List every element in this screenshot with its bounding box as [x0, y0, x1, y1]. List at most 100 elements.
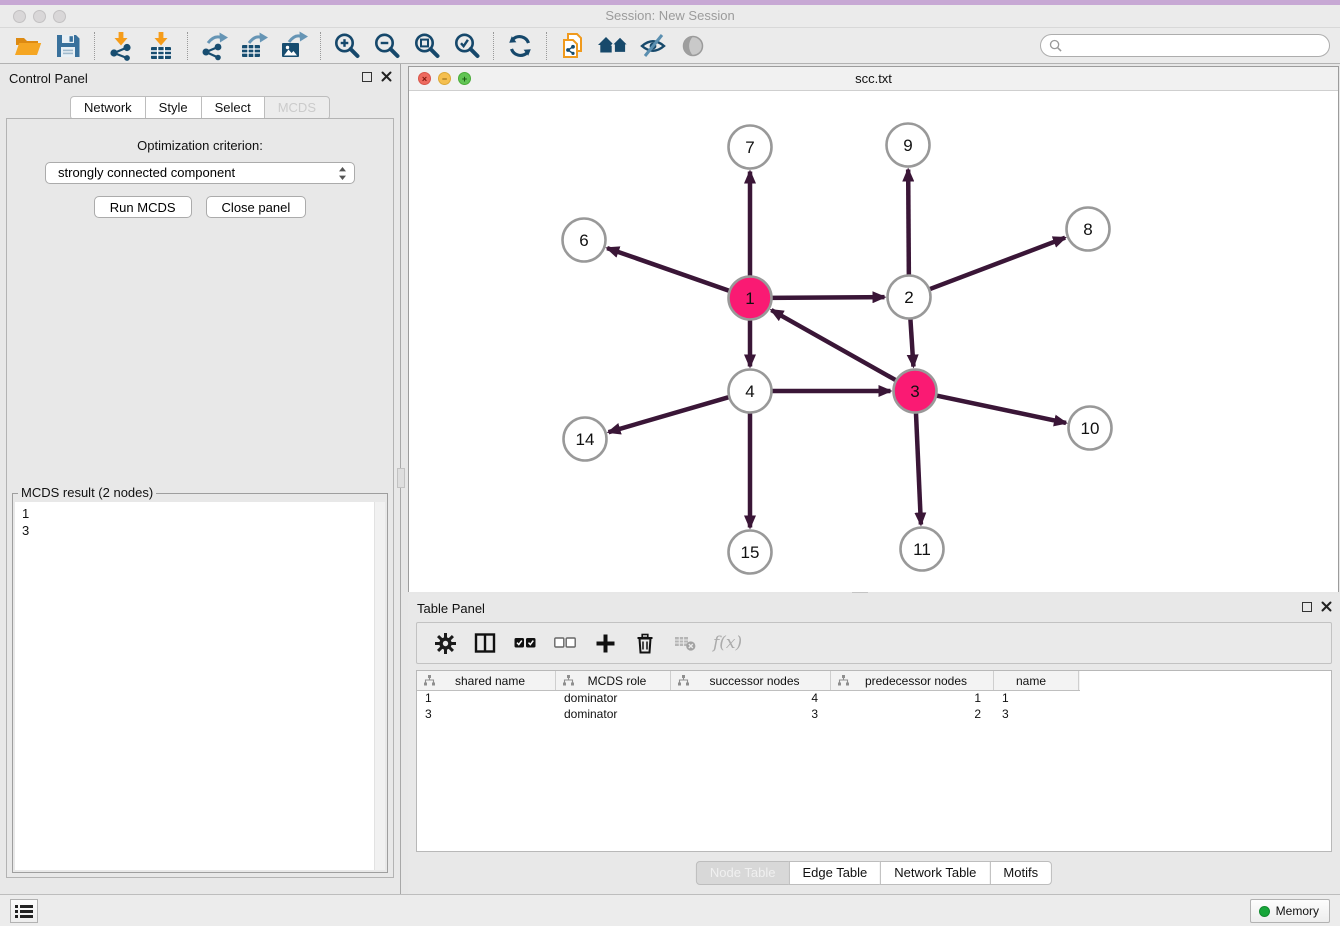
delete-columns-icon[interactable] [633, 629, 657, 657]
graph-edge-4-14[interactable] [609, 396, 732, 432]
table-toolbar: f(x) [416, 622, 1332, 664]
graph-edge-2-9[interactable] [908, 169, 909, 277]
clone-network-icon[interactable] [553, 30, 593, 62]
network-minimize-button[interactable]: − [438, 72, 451, 85]
zoom-fit-icon[interactable] [407, 30, 447, 62]
graph-node-15[interactable]: 15 [729, 531, 772, 574]
zoom-selected-icon[interactable] [447, 30, 487, 62]
tab-edge-table[interactable]: Edge Table [788, 861, 881, 885]
window-title: Session: New Session [0, 5, 1340, 27]
close-table-panel-icon[interactable] [1321, 601, 1332, 612]
graph-edge-3-1[interactable] [771, 310, 898, 381]
table-row[interactable]: 1dominator411 [417, 691, 1331, 707]
float-table-panel-icon[interactable] [1302, 602, 1312, 612]
column-type-icon [678, 675, 689, 686]
apply-layout-icon[interactable] [500, 30, 540, 62]
zoom-in-icon[interactable] [327, 30, 367, 62]
open-session-icon[interactable] [8, 30, 48, 62]
graph-node-8[interactable]: 8 [1067, 208, 1110, 251]
network-canvas[interactable]: 7 9 6 8 1 2 4 3 14 10 15 11 [409, 92, 1338, 592]
column-header-shared-name[interactable]: shared name [417, 671, 556, 690]
graph-edge-1-6[interactable] [607, 248, 731, 291]
graph-node-6[interactable]: 6 [563, 219, 606, 262]
table-settings-icon[interactable] [433, 629, 457, 657]
network-window-titlebar[interactable]: × − + scc.txt [409, 67, 1338, 91]
show-panels-button[interactable] [10, 899, 38, 923]
network-window-title: scc.txt [409, 67, 1338, 90]
graph-node-label: 10 [1081, 419, 1100, 438]
run-mcds-button[interactable]: Run MCDS [94, 196, 192, 218]
import-network-icon[interactable] [101, 30, 141, 62]
graph-node-7[interactable]: 7 [729, 126, 772, 169]
node-table[interactable]: shared nameMCDS rolesuccessor nodesprede… [416, 670, 1332, 852]
graph-edge-1-2[interactable] [769, 297, 884, 298]
select-stepper-icon [338, 166, 347, 187]
network-view-window: × − + scc.txt 7 9 6 8 1 2 4 3 14 10 15 11 [408, 66, 1339, 592]
export-table-icon[interactable] [234, 30, 274, 62]
main-toolbar [0, 28, 1340, 64]
export-image-icon[interactable] [274, 30, 314, 62]
search-input[interactable] [1066, 39, 1316, 53]
mcds-result-text[interactable]: 1 3 [15, 502, 385, 870]
close-panel-icon[interactable] [381, 71, 392, 82]
close-window-button[interactable] [13, 10, 26, 23]
graph-node-10[interactable]: 10 [1069, 407, 1112, 450]
graph-node-11[interactable]: 11 [901, 528, 944, 571]
graph-node-3[interactable]: 3 [894, 370, 937, 413]
column-type-icon [838, 675, 849, 686]
application-window: Session: New Session [0, 0, 1340, 926]
optimization-criterion-label: Optimization criterion: [7, 138, 393, 153]
network-overview-icon[interactable] [593, 30, 633, 62]
graph-node-label: 7 [745, 138, 754, 157]
export-network-icon[interactable] [194, 30, 234, 62]
tab-style[interactable]: Style [145, 96, 202, 120]
control-panel: Control Panel NetworkStyleSelectMCDS Opt… [0, 64, 401, 894]
graph-node-2[interactable]: 2 [888, 276, 931, 319]
optimization-criterion-select[interactable]: strongly connected component [45, 162, 355, 184]
graph-edge-3-11[interactable] [916, 410, 921, 524]
hide-graphics-details-icon[interactable] [633, 30, 673, 62]
graph-node-4[interactable]: 4 [729, 370, 772, 413]
unselect-all-icon[interactable] [553, 629, 577, 657]
table-panel: Table Panel [408, 594, 1340, 894]
graph-edge-2-8[interactable] [927, 238, 1065, 290]
graph-node-14[interactable]: 14 [564, 418, 607, 461]
minimize-window-button[interactable] [33, 10, 46, 23]
tab-network[interactable]: Network [70, 96, 146, 120]
select-all-icon[interactable] [513, 629, 537, 657]
panel-splitter-grip[interactable] [397, 468, 405, 488]
tab-motifs[interactable]: Motifs [989, 861, 1052, 885]
tab-node-table[interactable]: Node Table [696, 861, 790, 885]
network-maximize-button[interactable]: + [458, 72, 471, 85]
toolbar-separator [320, 32, 321, 60]
graph-edge-2-3[interactable] [910, 316, 913, 366]
column-header-name[interactable]: name [994, 671, 1079, 690]
network-close-button[interactable]: × [418, 72, 431, 85]
add-column-icon[interactable] [593, 629, 617, 657]
zoom-window-button[interactable] [53, 10, 66, 23]
memory-button[interactable]: Memory [1250, 899, 1330, 923]
mcds-result-scrollbar[interactable] [374, 502, 385, 870]
table-row[interactable]: 3dominator323 [417, 707, 1331, 723]
graph-node-1[interactable]: 1 [729, 277, 772, 320]
graph-node-9[interactable]: 9 [887, 124, 930, 167]
tab-mcds[interactable]: MCDS [264, 96, 330, 120]
import-table-icon[interactable] [141, 30, 181, 62]
save-session-icon[interactable] [48, 30, 88, 62]
column-header-successor-nodes[interactable]: successor nodes [671, 671, 831, 690]
table-tabs: Node TableEdge TableNetwork TableMotifs [696, 861, 1052, 885]
zoom-out-icon[interactable] [367, 30, 407, 62]
mcds-tab-content: Optimization criterion: strongly connect… [6, 118, 394, 878]
tab-network-table[interactable]: Network Table [880, 861, 990, 885]
float-panel-icon[interactable] [362, 72, 372, 82]
column-header-predecessor-nodes[interactable]: predecessor nodes [831, 671, 994, 690]
node-table-header: shared nameMCDS rolesuccessor nodesprede… [417, 671, 1080, 691]
tab-select[interactable]: Select [201, 96, 265, 120]
close-panel-button[interactable]: Close panel [206, 196, 307, 218]
graph-node-label: 15 [741, 543, 760, 562]
search-field[interactable] [1040, 34, 1330, 57]
column-header-MCDS-role[interactable]: MCDS role [556, 671, 671, 690]
birds-eye-view-icon[interactable] [673, 30, 713, 62]
graph-edge-3-10[interactable] [934, 395, 1066, 423]
show-columns-icon[interactable] [473, 629, 497, 657]
